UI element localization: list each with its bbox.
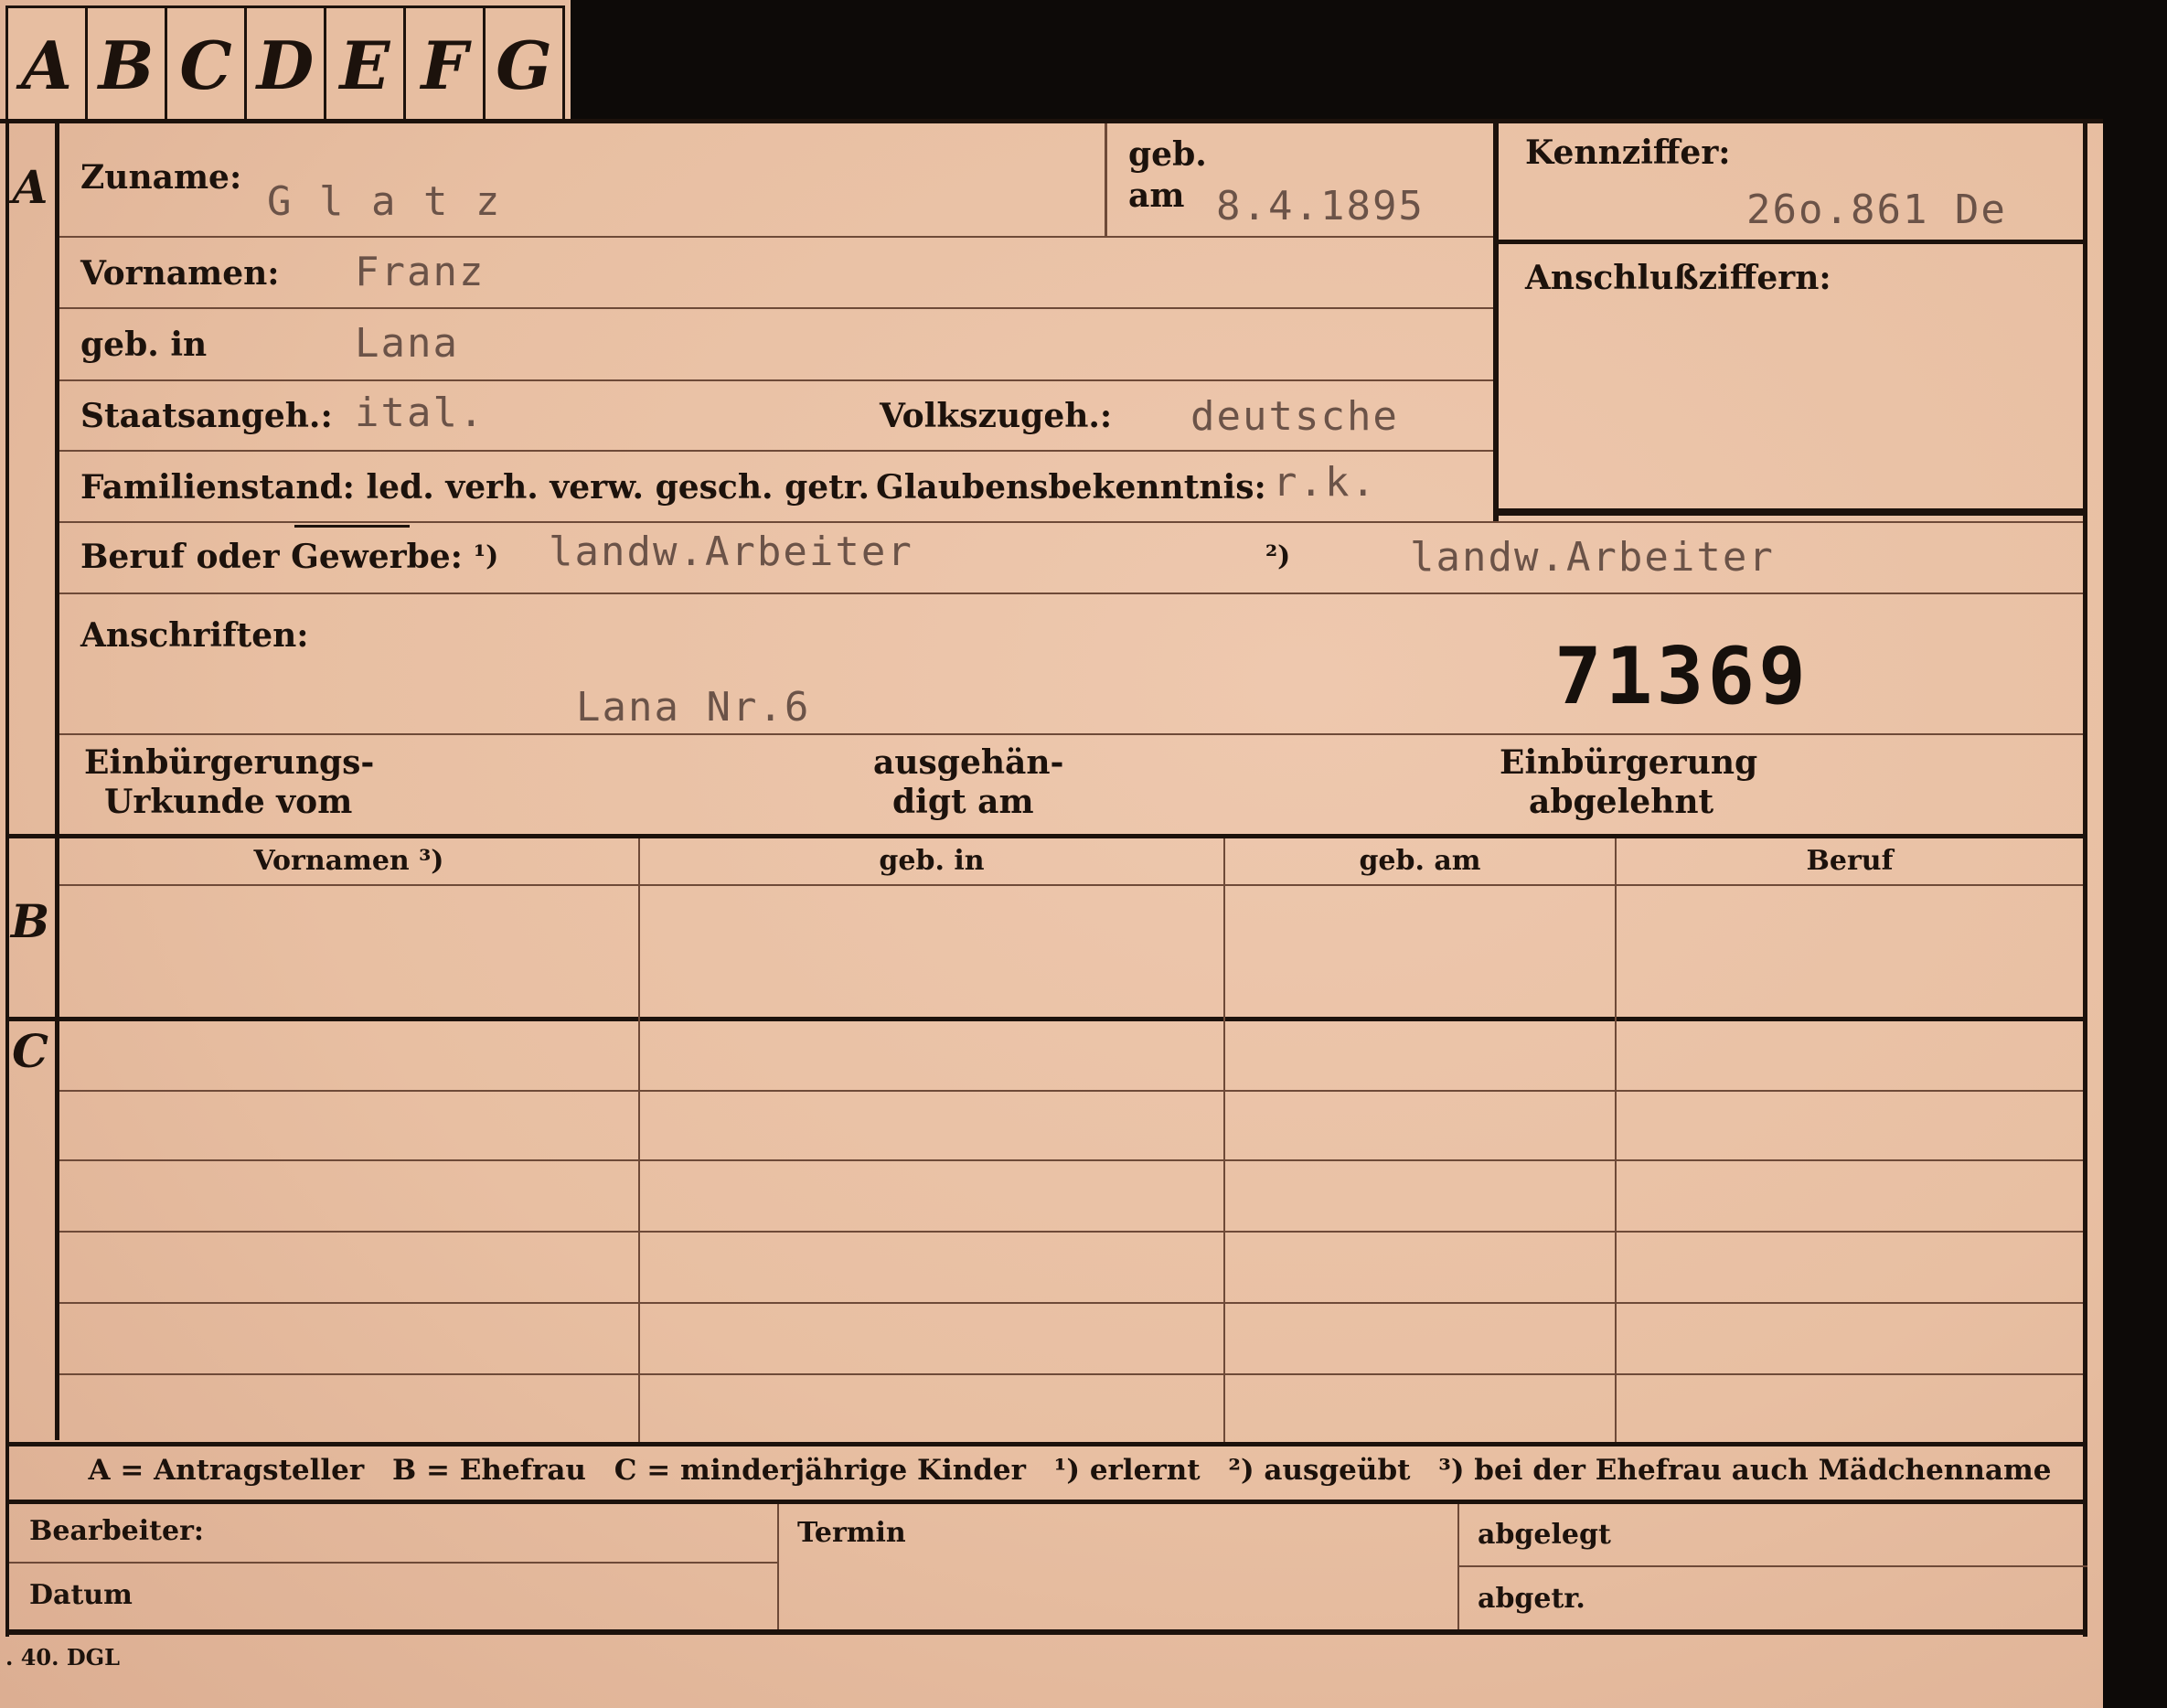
legend-ausgeuebt: ²) ausgeübt	[1228, 1454, 1411, 1487]
value-volkszugeh: deutsche	[1190, 393, 1399, 440]
footer-column-line	[777, 1504, 779, 1632]
beruf-note-1: ¹)	[474, 540, 499, 572]
table-header-line	[59, 884, 2083, 886]
background-top	[571, 0, 2167, 119]
legend-maedchenname: ³) bei der Ehefrau auch Mädchenname	[1438, 1454, 2052, 1487]
frame-top	[0, 119, 2103, 123]
legend-ehefrau: B = Ehefrau	[392, 1454, 586, 1487]
legend-top	[5, 1442, 2087, 1446]
label-geb-in: geb. in	[80, 326, 208, 364]
frame-left	[5, 119, 9, 1637]
column-line	[1223, 838, 1225, 1442]
label-anschlussziffern: Anschlußziffern:	[1525, 259, 1831, 297]
section-divider-vertical	[55, 123, 59, 1440]
label-abgetr: abgetr.	[1478, 1583, 1585, 1615]
tab-f: F	[406, 8, 486, 122]
column-line	[638, 838, 640, 1442]
section-c-top	[5, 1017, 2087, 1021]
row-line	[59, 236, 1493, 238]
label-geb-am-line1: geb.	[1128, 135, 1207, 174]
row-line	[59, 1373, 2083, 1375]
frame-bottom	[5, 1629, 2087, 1635]
tab-c: C	[167, 8, 247, 122]
registration-card: A B C D E F G A B C Zuname: G l a t z ge…	[0, 0, 2167, 1708]
value-beruf-1: landw.Arbeiter	[549, 528, 913, 575]
kennziffer-box-left	[1493, 123, 1499, 521]
label-volkszugeh: Volkszugeh.:	[880, 397, 1113, 435]
value-glaubensbekenntnis: r.k.	[1273, 459, 1377, 506]
print-code: . 40. DGL	[5, 1644, 121, 1671]
tab-g: G	[496, 26, 552, 104]
row-line	[59, 521, 2083, 523]
table-header-geb-in: geb. in	[879, 845, 985, 877]
label-beruf: Beruf oder Gewerbe:	[80, 538, 463, 576]
row-line	[59, 592, 2083, 594]
label-datum: Datum	[29, 1579, 133, 1611]
label-zuname: Zuname:	[80, 158, 242, 197]
tab-e: E	[326, 8, 406, 122]
section-marker-c: C	[12, 1024, 48, 1078]
label-ausgehaen-line1: ausgehän-	[873, 743, 1064, 782]
label-familienstand: Familienstand: led. verh. verw. gesch. g…	[80, 468, 870, 507]
label-einbuergerung-line2: abgelehnt	[1529, 783, 1714, 821]
section-b-top	[5, 834, 2087, 838]
value-geb-in: Lana	[355, 320, 459, 367]
value-anschrift: Lana Nr.6	[576, 684, 811, 731]
label-einbuergerungs-line1: Einbürgerungs-	[84, 743, 375, 782]
section-marker-a: A	[12, 160, 48, 214]
label-staatsangeh: Staatsangeh.:	[80, 397, 333, 435]
value-zuname: G l a t z	[267, 178, 502, 225]
value-geb-am: 8.4.1895	[1216, 183, 1425, 230]
table-header-vornamen: Vornamen ³)	[253, 845, 444, 877]
footer-row-line	[1458, 1565, 2087, 1567]
footer-column-line	[1457, 1504, 1459, 1632]
label-einbuergerungs-line2: Urkunde vom	[104, 783, 353, 821]
label-abgelegt: abgelegt	[1478, 1519, 1611, 1551]
legend: A = Antragsteller B = Ehefrau C = minder…	[55, 1454, 2085, 1487]
row-line	[59, 733, 2083, 735]
index-tabs: A B C D E F G	[5, 5, 565, 122]
table-header-beruf: Beruf	[1806, 845, 1894, 877]
column-line	[1615, 838, 1617, 1442]
geb-am-divider	[1105, 123, 1107, 236]
label-einbuergerung-line1: Einbürgerung	[1500, 743, 1758, 782]
row-line	[59, 1159, 2083, 1161]
footer-row-line	[9, 1562, 777, 1564]
background-right	[2103, 0, 2167, 1708]
row-line	[59, 1231, 2083, 1233]
label-ausgehaen-line2: digt am	[892, 783, 1034, 821]
label-anschriften: Anschriften:	[80, 616, 309, 655]
label-termin: Termin	[797, 1517, 906, 1549]
legend-erlernt: ¹) erlernt	[1053, 1454, 1201, 1487]
label-vornamen: Vornamen:	[80, 254, 280, 293]
legend-bottom	[5, 1500, 2087, 1504]
row-line	[59, 379, 1493, 381]
row-line	[59, 1090, 2083, 1092]
row-line	[59, 307, 1493, 309]
tab-a: A	[8, 8, 88, 122]
frame-right	[2083, 119, 2087, 1637]
value-beruf-2: landw.Arbeiter	[1410, 534, 1775, 581]
label-glaubensbekenntnis: Glaubensbekenntnis:	[876, 468, 1266, 507]
row-line	[59, 1302, 2083, 1304]
stamp-number: 71369	[1554, 631, 1809, 722]
legend-antragsteller: A = Antragsteller	[88, 1454, 365, 1487]
tab-d: D	[247, 8, 326, 122]
familienstand-underline	[294, 525, 410, 528]
beruf-note-2: ²)	[1265, 540, 1291, 572]
value-kennziffer: 26o.861 De	[1746, 187, 2007, 233]
legend-kinder: C = minderjährige Kinder	[614, 1454, 1026, 1487]
section-marker-b: B	[10, 894, 50, 948]
label-bearbeiter: Bearbeiter:	[29, 1515, 204, 1547]
value-vornamen: Franz	[355, 249, 486, 295]
label-geb-am-line2: am	[1128, 176, 1185, 215]
row-line	[59, 450, 1493, 452]
kennziffer-box-mid	[1499, 240, 2083, 244]
label-kennziffer: Kennziffer:	[1525, 133, 1731, 172]
tab-b: B	[88, 8, 167, 122]
table-header-geb-am: geb. am	[1359, 845, 1481, 877]
value-staatsangeh: ital.	[355, 390, 486, 436]
kennziffer-box-bottom	[1499, 508, 2083, 516]
